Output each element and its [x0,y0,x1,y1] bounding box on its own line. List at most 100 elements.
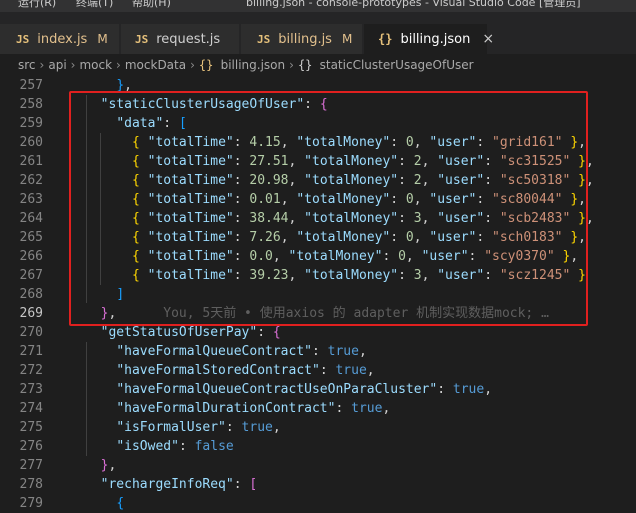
code-text: "isFormalUser": true, [85,418,281,437]
code-token: , [366,363,375,378]
code-token: "haveFormalQueueContract" [116,344,312,359]
tab-label: billing.json [400,31,471,47]
line-number: 271 [19,344,43,359]
code-token: : [319,363,336,378]
line-number: 268 [19,287,43,302]
code-line[interactable]: 279 { [0,494,636,513]
js-file-icon: JS [16,32,30,46]
tab-index-js[interactable]: JS index.js M [0,24,120,54]
code-token: { [116,496,125,511]
breadcrumb-mock[interactable]: mock [79,58,112,72]
menu-run[interactable]: 运行(R) [18,0,56,8]
code-token: , [108,458,117,473]
js-file-icon: JS [257,32,271,46]
code-token: "haveFormalStoredContract" [116,363,320,378]
code-token: "isFormalUser" [116,420,226,435]
chevron-right-icon: › [190,58,195,72]
line-number: 267 [19,268,43,283]
line-number: 258 [19,97,43,112]
breadcrumb: src › api › mock › mockData ›{} billing.json ›{}… [0,54,636,76]
title-bar: 运行(R) 终端(T) 帮助(H) billing.json - console… [0,0,636,12]
code-line[interactable]: 273 "haveFormalQueueContractUseOnParaClu… [0,380,636,399]
chevron-right-icon: › [39,58,45,72]
tab-label: request.js [156,31,221,47]
line-number: 266 [19,249,43,264]
code-token: , [484,382,493,397]
code-line[interactable]: 278 "rechargeInfoReq": [ [0,475,636,494]
tab-label: billing.js [278,31,332,47]
code-token: "haveFormalDurationContract" [116,401,336,416]
modified-badge: M [97,32,108,46]
line-number: 260 [19,135,43,150]
breadcrumb-mockdata[interactable]: mockData [125,58,186,72]
breadcrumb-src[interactable]: src [18,58,36,72]
tab-billing-js[interactable]: JS billing.js M [241,24,363,54]
tab-request-js[interactable]: JS request.js [121,24,240,54]
code-line[interactable]: 277 }, [0,456,636,475]
code-token: true [327,344,359,359]
code-token: "isOwed" [116,439,179,454]
line-number: 270 [19,325,43,340]
line-number: 279 [19,496,43,511]
code-token: "rechargeInfoReq" [100,477,234,492]
tab-billing-json[interactable]: {} billing.json × [364,24,494,54]
code-line[interactable]: 274 "haveFormalDurationContract": true, [0,399,636,418]
code-text: "haveFormalQueueContractUseOnParaCluster… [85,380,492,399]
highlight-annotation-box [69,91,588,326]
editor-tab-bar: JS index.js M JS request.js JS billing.j… [0,12,636,54]
code-line[interactable]: 276 "isOwed": false [0,437,636,456]
code-text: "haveFormalQueueContract": true, [85,342,367,361]
line-number: 269 [19,306,43,321]
breadcrumb-symbol[interactable]: staticClusterUsageOfUser [320,58,474,72]
code-text: "haveFormalStoredContract": true, [85,361,375,380]
menu-terminal[interactable]: 终端(T) [76,0,113,8]
line-number: 276 [19,439,43,454]
close-icon[interactable]: × [482,31,494,47]
code-line[interactable]: 271 "haveFormalQueueContract": true, [0,342,636,361]
window-title: billing.json - console-prototypes - Visu… [246,0,581,9]
code-token: : [437,382,453,397]
code-token: : [225,420,242,435]
code-token: : [335,401,352,416]
code-line[interactable]: 272 "haveFormalStoredContract": true, [0,361,636,380]
js-file-icon: JS [135,32,149,46]
code-token: , [382,401,391,416]
code-token: "haveFormalQueueContractUseOnParaCluster… [116,382,438,397]
code-token: : [311,344,328,359]
code-text: "isOwed": false [85,437,234,456]
code-token: , [358,344,367,359]
line-number: 273 [19,382,43,397]
code-text: { [85,494,124,513]
code-text: "haveFormalDurationContract": true, [85,399,390,418]
line-number: 263 [19,192,43,207]
line-number: 257 [19,78,43,93]
object-icon: {} [297,58,320,72]
line-number: 272 [19,363,43,378]
code-text: "rechargeInfoReq": [ [85,475,258,494]
code-token: true [241,420,273,435]
chevron-right-icon: › [289,58,294,72]
breadcrumb-api[interactable]: api [48,58,66,72]
code-token: false [194,439,234,454]
json-file-icon: {} [378,32,393,46]
line-number: 264 [19,211,43,226]
line-number: 275 [19,420,43,435]
code-text: }, [85,456,117,475]
line-number: 262 [19,173,43,188]
breadcrumb-file[interactable]: billing.json [221,58,286,72]
code-token: , [272,420,281,435]
code-token: "getStatusOfUserPay" [100,325,258,340]
menu-help[interactable]: 帮助(H) [132,0,171,8]
tab-label: index.js [37,31,88,47]
code-line[interactable]: 275 "isFormalUser": true, [0,418,636,437]
line-number: 261 [19,154,43,169]
chevron-right-icon: › [116,58,121,72]
modified-badge: M [341,32,353,46]
